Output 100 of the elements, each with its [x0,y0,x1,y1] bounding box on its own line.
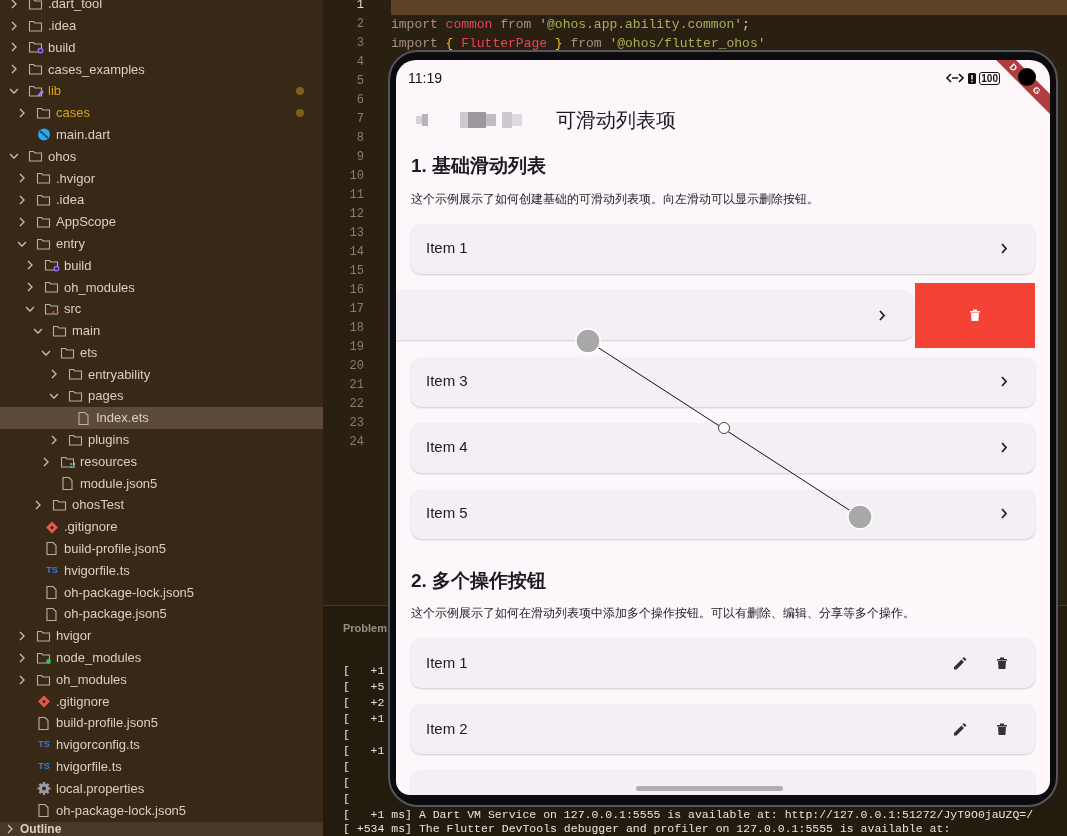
list-item-card[interactable]: Item 1 [411,638,1035,688]
diamond-icon [44,519,60,535]
code-line: import { FlutterPage } from '@ohos/flutter_ohos' [391,37,766,50]
terminal-line: [ +5 [343,680,385,693]
folder-icon [44,280,60,295]
folder-row[interactable]: ohos [0,145,323,168]
file-row[interactable]: TS hvigorconfig.ts [0,734,323,756]
section-description: 这个示例展示了如何在滑动列表项中添加多个操作按钮。可以有删除、编辑、分享等多个操作。 [411,605,916,622]
line-number: 12 [349,209,364,220]
file-row[interactable]: build-profile.json5 [0,537,323,560]
file-row[interactable]: .gitignore [0,516,323,538]
section-description: 这个示例展示了如何创建基础的可滑动列表项。向左滑动可以显示删除按钮。 [411,190,820,208]
folder-row[interactable]: oh_modules [0,276,323,299]
folder-icon [68,389,84,404]
list-item-card[interactable]: Item 3 [411,356,1035,407]
line-number: 17 [349,304,364,315]
chevron-right-icon [998,242,1010,255]
ribbon-letter: G [1030,84,1043,97]
edit-icon [952,655,968,671]
folder-icon [36,236,52,251]
line-number: 18 [349,323,364,334]
file-row[interactable]: oh-package.json5 [0,603,323,626]
outline-header[interactable]: Outline [0,822,323,836]
ts-file-label: TS [38,739,50,751]
terminal-line: [ [343,792,350,805]
list-item-card[interactable]: Item 1 [411,223,1035,274]
folder-row[interactable]: entryability [0,363,323,386]
folder-row[interactable]: cases_examples [0,58,323,81]
terminal-line: [ +1 [343,664,385,677]
folder-row[interactable]: lib [0,80,323,102]
folder-icon [36,105,52,120]
chevron-right-icon [998,375,1010,388]
folder-row[interactable]: main [0,319,323,342]
folder-icon [36,214,52,229]
folder-icon [68,432,84,447]
line-number: 2 [356,19,364,30]
file-icon [60,475,76,491]
file-row[interactable]: .gitignore [0,690,323,713]
folder-row[interactable]: plugins [0,428,323,451]
code-line: import common from '@ohos.app.ability.common'; [391,18,750,31]
line-number: 14 [349,247,364,258]
folder-row[interactable]: pages [0,385,323,408]
file-icon [44,606,60,622]
line-number: 13 [349,228,364,239]
folder-row[interactable]: ets [0,341,323,364]
folder-icon [36,193,52,208]
folder-row[interactable]: entry [0,232,323,255]
folder-icon [28,62,44,77]
problems-tab[interactable]: Problem [343,620,387,637]
file-row[interactable]: TS hvigorfile.ts [0,755,323,778]
folder-row[interactable]: .idea [0,189,323,211]
list-item-card[interactable]: Item 5 [411,488,1035,539]
folder-row[interactable]: src [0,298,323,320]
file-row[interactable]: oh-package-lock.json5 [0,799,323,822]
folder-row[interactable]: build [0,254,323,277]
sim-alert-icon [968,72,977,84]
folder-row[interactable]: .hvigor [0,167,323,190]
file-icon [44,584,60,600]
code-dots-icon [945,72,966,84]
folder-icon [28,84,44,99]
file-row[interactable]: module.json5 [0,472,323,495]
list-item-card[interactable]: Item 4 [411,422,1035,473]
gear-icon [36,781,52,797]
line-number: 19 [349,342,364,353]
folder-row[interactable]: AppScope [0,210,323,233]
file-row[interactable]: oh-package-lock.json5 [0,581,323,604]
line-number: 16 [349,285,364,296]
line-number: 6 [356,95,364,106]
terminal-line: [ +534 ms] The Flutter DevTools debugger and profiler on 127.0.0.1:5555 is available at: [343,822,951,835]
ts-file-label: TS [38,761,50,773]
folder-icon [36,650,52,665]
line-number: 9 [356,152,364,163]
folder-row[interactable]: .idea [0,14,323,37]
file-row[interactable]: local.properties [0,777,323,800]
folder-row[interactable]: cases [0,102,323,124]
terminal-line: [ +2 [343,696,385,709]
folder-row[interactable]: node_modules [0,646,323,669]
list-item-card[interactable]: Item 2 [411,704,1035,754]
folder-row[interactable]: build [0,36,323,59]
file-row[interactable]: main.dart [0,123,323,146]
line-number: 1 [356,0,364,11]
folder-row[interactable]: hvigor [0,625,323,647]
chevron-right-icon [998,441,1010,454]
folder-row[interactable]: oh_modules [0,668,323,691]
file-icon [44,541,60,557]
folder-icon [60,454,76,469]
line-number: 8 [356,133,364,144]
folder-icon [28,18,44,33]
file-row[interactable]: build-profile.json5 [0,712,323,735]
line-number: 20 [349,361,364,372]
file-row[interactable]: TS hvigorfile.ts [0,559,323,582]
file-row[interactable]: Index.ets [0,407,323,429]
battery-level: 100 [979,71,1000,85]
folder-row[interactable]: resources [0,450,323,473]
folder-icon [52,323,68,338]
folder-icon [44,302,60,317]
folder-row[interactable]: ohosTest [0,494,323,517]
diamond-icon [36,693,52,709]
delete-action-button[interactable] [915,282,1035,348]
section-heading: 2. 多个操作按钮 [411,568,548,593]
